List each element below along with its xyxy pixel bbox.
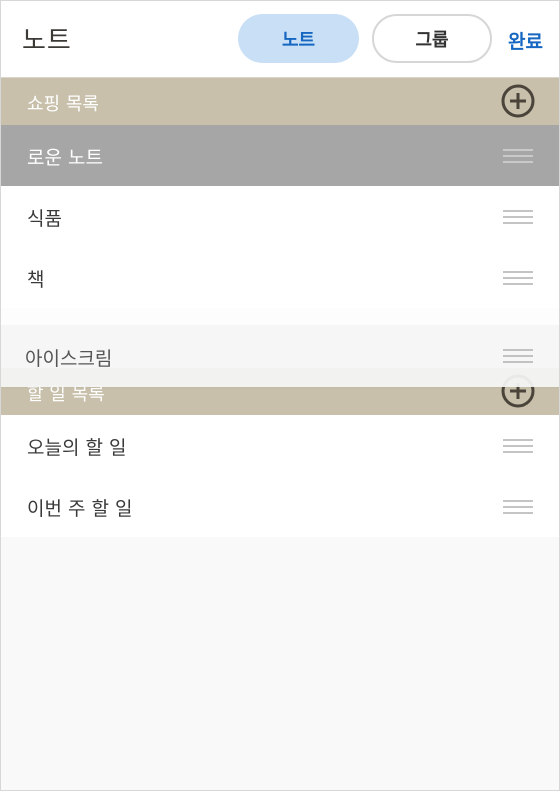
list-item[interactable]: 이번 주 할 일 (1, 476, 559, 537)
list-item[interactable]: 오늘의 할 일 (1, 415, 559, 476)
plus-circle-icon[interactable] (501, 84, 535, 118)
dragging-list-item[interactable]: 아이스크림 (1, 325, 559, 387)
drag-handle-icon[interactable] (503, 500, 533, 514)
page-title: 노트 (22, 26, 72, 56)
list-item[interactable]: 책 (1, 247, 559, 308)
list-item-label: 로운 노트 (27, 147, 103, 169)
top-bar: 노트 노트 그룹 완료 (1, 1, 559, 78)
notes-app-screen: 노트 노트 그룹 완료 쇼핑 목록 로운 노트 식품 책 할 일 목록 오늘의 … (0, 0, 560, 791)
list-item[interactable]: 식품 (1, 186, 559, 247)
drag-handle-icon[interactable] (503, 349, 533, 363)
list-item[interactable]: 로운 노트 (1, 125, 559, 186)
drag-handle-icon[interactable] (503, 149, 533, 163)
drag-handle-icon[interactable] (503, 439, 533, 453)
done-button[interactable]: 완료 (508, 27, 543, 54)
section-header-shopping: 쇼핑 목록 (1, 78, 559, 125)
drop-gap (1, 308, 559, 325)
list-item-label: 식품 (27, 208, 62, 230)
section-title: 쇼핑 목록 (27, 94, 99, 115)
tab-groups[interactable]: 그룹 (372, 14, 492, 63)
list-item-label: 아이스크림 (25, 348, 113, 370)
drag-handle-icon[interactable] (503, 271, 533, 285)
list-item-label: 이번 주 할 일 (27, 498, 133, 520)
drag-handle-icon[interactable] (503, 210, 533, 224)
list-item-label: 책 (27, 269, 45, 291)
tab-notes[interactable]: 노트 (238, 14, 359, 63)
list-item-label: 오늘의 할 일 (27, 437, 127, 459)
